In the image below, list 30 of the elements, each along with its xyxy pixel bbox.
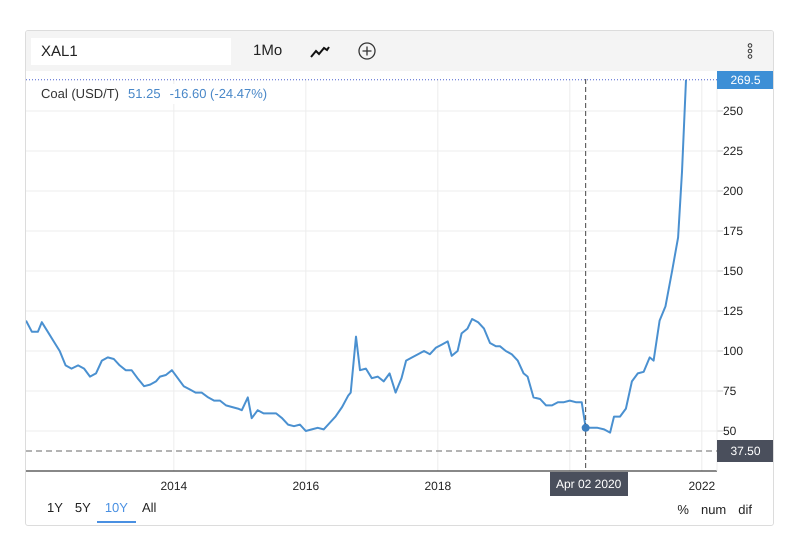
x-axis-label: 2022: [688, 479, 716, 493]
more-menu-icon[interactable]: [747, 43, 753, 59]
x-axis-label: 2016: [292, 479, 320, 493]
add-circle-icon[interactable]: [358, 42, 376, 60]
crosshair-value-tag: 37.50: [717, 440, 773, 462]
range-tab[interactable]: 5Y: [68, 497, 97, 522]
y-axis-label: 250: [723, 104, 744, 118]
legend-price: 51.25: [128, 85, 161, 103]
x-axis-label: 2018: [424, 479, 452, 493]
range-tab[interactable]: 1Y: [41, 497, 69, 522]
display-mode-button[interactable]: %: [671, 500, 695, 520]
y-axis-label: 75: [723, 384, 736, 398]
y-axis-label: 150: [723, 264, 744, 278]
y-axis-label: 200: [723, 184, 744, 198]
y-axis-label: 125: [723, 304, 744, 318]
y-axis-label: 175: [723, 224, 744, 238]
crosshair-date-tag: Apr 02 2020: [550, 472, 628, 496]
x-axis-label: 2014: [160, 479, 188, 493]
y-axis-label: 225: [723, 144, 744, 158]
last-price-tag: 269.5: [717, 70, 773, 89]
legend-series-name: Coal (USD/T): [41, 85, 120, 103]
legend-change: -16.60 (-24.47%): [170, 85, 268, 103]
display-mode-button[interactable]: dif: [732, 500, 758, 520]
symbol-field[interactable]: XAL1: [31, 38, 231, 64]
range-tab[interactable]: All: [136, 497, 162, 522]
display-mode-button[interactable]: num: [694, 500, 732, 520]
crosshair-point: [582, 424, 590, 432]
y-axis-label: 50: [723, 424, 736, 438]
interval-button[interactable]: 1Mo: [253, 40, 282, 62]
y-axis-label: 100: [723, 344, 744, 358]
